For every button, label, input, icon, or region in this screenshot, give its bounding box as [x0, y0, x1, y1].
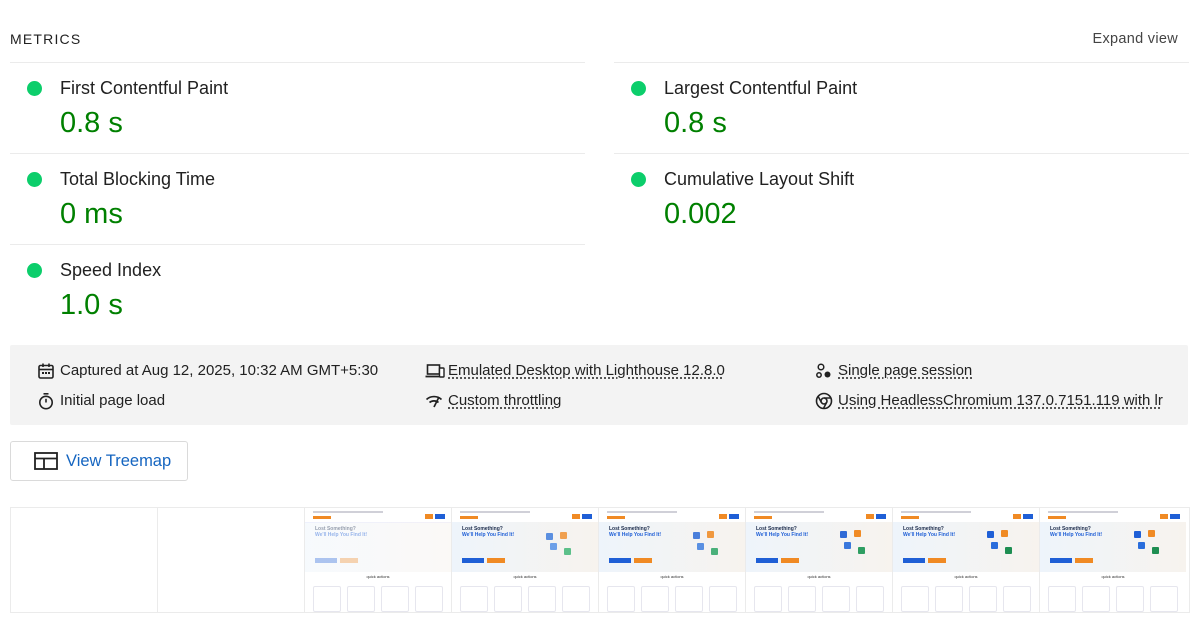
chrome-icon — [815, 392, 833, 410]
thumbnail-section-title: quick actions — [954, 574, 978, 579]
thumbnail-heading: Lost Something? We'll Help You Find It! — [609, 526, 662, 538]
metric-value: 0.8 s — [60, 107, 123, 139]
filmstrip-frame: Lost Something? We'll Help You Find It! q… — [452, 508, 599, 612]
runtime-settings: Captured at Aug 12, 2025, 10:32 AM GMT+5… — [10, 345, 1188, 425]
thumbnail-heading: Lost Something? We'll Help You Find It! — [903, 526, 956, 538]
device-text[interactable]: Emulated Desktop with Lighthouse 12.8.0 — [448, 362, 725, 379]
session-icon — [816, 363, 831, 378]
page-load-text: Initial page load — [60, 392, 166, 409]
metric-speed-index: Speed Index 1.0 s — [10, 244, 585, 334]
thumbnail-navbar — [1040, 508, 1186, 523]
metric-label: Total Blocking Time — [60, 169, 216, 189]
captured-at-text: Captured at Aug 12, 2025, 10:32 AM GMT+5… — [60, 362, 379, 379]
divider — [614, 62, 1189, 63]
desktop-device-icon — [425, 364, 445, 378]
thumbnail-navbar — [599, 508, 745, 523]
metric-cumulative-layout-shift: Cumulative Layout Shift 0.002 — [614, 153, 1189, 243]
metric-label: Cumulative Layout Shift — [664, 169, 855, 189]
filmstrip-frame: Lost Something? We'll Help You Find It! q… — [893, 508, 1040, 612]
metric-total-blocking-time: Total Blocking Time 0 ms — [10, 153, 585, 243]
divider — [10, 244, 585, 245]
divider — [10, 153, 585, 154]
view-treemap-label: View Treemap — [66, 452, 172, 470]
filmstrip: Lost Something? We'll Help You Find It! q… — [10, 507, 1190, 613]
view-treemap-button[interactable]: View Treemap — [10, 441, 188, 481]
metric-first-contentful-paint: First Contentful Paint 0.8 s — [10, 62, 585, 152]
session-text[interactable]: Single page session — [838, 362, 972, 379]
metric-largest-contentful-paint: Largest Contentful Paint 0.8 s — [614, 62, 1189, 152]
thumbnail-heading: Lost Something? We'll Help You Find It! — [756, 526, 809, 538]
pass-status-icon — [631, 81, 646, 96]
metric-label: Largest Contentful Paint — [664, 78, 858, 98]
stopwatch-icon — [39, 392, 53, 410]
thumbnail-section-title: quick actions — [366, 574, 390, 579]
pass-status-icon — [27, 172, 42, 187]
thumbnail-section-title: quick actions — [660, 574, 684, 579]
metric-label: Speed Index — [60, 260, 162, 280]
expand-view-toggle[interactable]: Expand view — [1092, 31, 1178, 47]
calendar-icon — [38, 363, 54, 379]
pass-status-icon — [27, 263, 42, 278]
thumbnail-heading: Lost Something? We'll Help You Find It! — [315, 526, 368, 538]
metric-label: First Contentful Paint — [60, 78, 229, 98]
metrics-title: METRICS — [10, 31, 82, 47]
metric-value: 0 ms — [60, 198, 123, 230]
metrics-header: METRICS Expand view — [10, 0, 1178, 62]
thumbnail-section-title: quick actions — [807, 574, 831, 579]
filmstrip-frame: Lost Something? We'll Help You Find It! q… — [746, 508, 893, 612]
thumbnail-navbar — [893, 508, 1039, 523]
pass-status-icon — [631, 172, 646, 187]
thumbnail-heading: Lost Something? We'll Help You Find It! — [1050, 526, 1103, 538]
thumbnail-heading: Lost Something? We'll Help You Find It! — [462, 526, 515, 538]
divider — [10, 62, 585, 63]
filmstrip-frame: Lost Something? We'll Help You Find It! q… — [1040, 508, 1189, 612]
metric-value: 0.002 — [664, 198, 737, 230]
thumbnail-navbar — [746, 508, 892, 523]
browser-text[interactable]: Using HeadlessChromium 137.0.7151.119 wi… — [838, 392, 1163, 409]
thumbnail-section-title: quick actions — [1101, 574, 1125, 579]
treemap-icon — [34, 452, 58, 470]
filmstrip-frame — [158, 508, 305, 612]
filmstrip-frame: Lost Something? We'll Help You Find It! q… — [305, 508, 452, 612]
thumbnail-navbar — [305, 508, 451, 523]
pass-status-icon — [27, 81, 42, 96]
filmstrip-frame: Lost Something? We'll Help You Find It! q… — [599, 508, 746, 612]
divider — [614, 153, 1189, 154]
throttling-text[interactable]: Custom throttling — [448, 392, 561, 409]
filmstrip-frame — [11, 508, 158, 612]
thumbnail-navbar — [452, 508, 598, 523]
metric-value: 1.0 s — [60, 289, 123, 321]
thumbnail-section-title: quick actions — [513, 574, 537, 579]
metric-value: 0.8 s — [664, 107, 727, 139]
network-throttle-icon — [425, 395, 443, 408]
